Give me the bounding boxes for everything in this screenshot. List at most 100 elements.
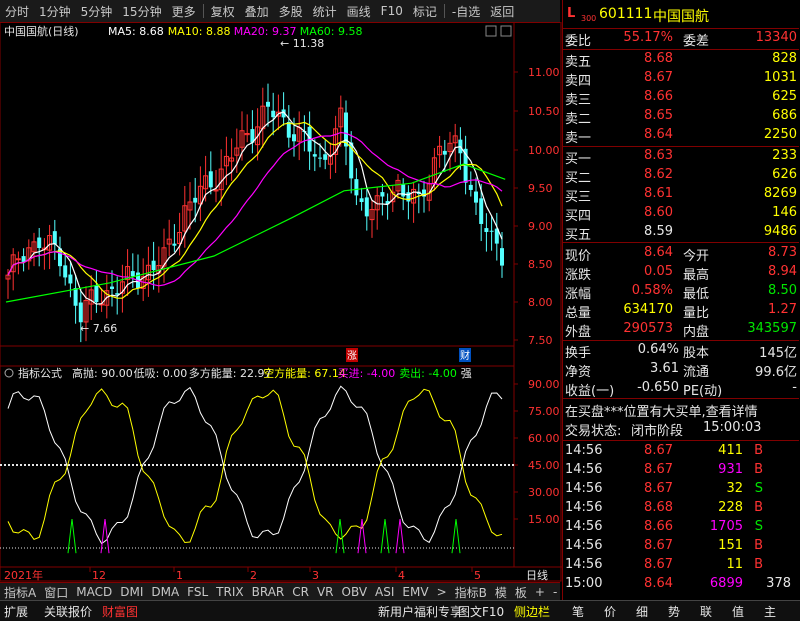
stat-label: 涨跌 bbox=[565, 268, 592, 283]
indicator-title: 指标公式 bbox=[18, 366, 62, 380]
info-value: - bbox=[792, 380, 797, 395]
ind-tick-label: 90.00 bbox=[528, 378, 560, 391]
toolbar-item-4[interactable]: 更多 bbox=[167, 3, 201, 20]
bid-price: 8.63 bbox=[644, 148, 673, 163]
status-right-1[interactable]: 价 bbox=[604, 603, 616, 620]
weicha-value: 13340 bbox=[755, 30, 797, 45]
candle-body bbox=[489, 230, 494, 232]
indicator-tab-2[interactable]: MACD bbox=[72, 585, 116, 599]
toolbar-item-6[interactable]: 叠加 bbox=[240, 3, 274, 20]
ask-label: 卖五 bbox=[565, 55, 592, 70]
kongfang-line bbox=[7, 388, 503, 544]
y-tick-label: 9.00 bbox=[528, 220, 553, 233]
close-icon[interactable] bbox=[485, 25, 497, 37]
toolbar-item-0[interactable]: 分时 bbox=[0, 3, 34, 20]
indicator-tab-13[interactable]: > bbox=[433, 585, 451, 599]
candle-body bbox=[354, 179, 359, 196]
status-right-5[interactable]: 值 bbox=[732, 603, 744, 620]
indicator-tab-0[interactable]: 指标A bbox=[0, 584, 40, 601]
indicator-tab-16[interactable]: 板 bbox=[511, 584, 531, 601]
zhang-mark[interactable]: 涨 bbox=[347, 350, 357, 362]
toolbar-item-5[interactable]: 复权 bbox=[206, 3, 240, 20]
candle-body bbox=[63, 265, 68, 278]
trade-status-row: 交易状态: 闭市阶段 15:00:03 bbox=[563, 419, 799, 439]
info-label: 换手 bbox=[565, 346, 592, 361]
new-user-link[interactable]: 新用户福利专享 bbox=[378, 603, 462, 620]
candle-body bbox=[318, 157, 322, 159]
indicator-tab-18[interactable]: - bbox=[549, 585, 561, 599]
stock-name: 中国国航 bbox=[653, 9, 709, 25]
toolbar-item-8[interactable]: 统计 bbox=[308, 3, 342, 20]
x-axis-label: 12 bbox=[92, 569, 106, 582]
indicator-tab-17[interactable]: + bbox=[531, 585, 549, 599]
toolbar-item-12[interactable]: -自选 bbox=[447, 3, 485, 20]
status-right-3[interactable]: 势 bbox=[668, 603, 680, 620]
divider bbox=[563, 242, 799, 243]
tick-time: 14:56 bbox=[565, 481, 603, 496]
indicator-menu-icon[interactable] bbox=[4, 368, 14, 378]
tick-time: 14:56 bbox=[565, 519, 603, 534]
toolbar-item-9[interactable]: 画线 bbox=[342, 3, 376, 20]
period-label[interactable]: 日线 bbox=[526, 568, 548, 582]
indicator-tab-10[interactable]: OBV bbox=[338, 585, 372, 599]
ask-row-3: 卖二 8.65 686 bbox=[563, 107, 799, 127]
sidebar-link[interactable]: 侧边栏 bbox=[514, 603, 550, 620]
status-left-1[interactable]: 关联报价 bbox=[44, 603, 92, 620]
tick-volume: 6899 bbox=[709, 576, 743, 591]
indicator-tab-15[interactable]: 模 bbox=[491, 584, 511, 601]
ask-volume: 2250 bbox=[763, 127, 797, 142]
toolbar-item-11[interactable]: 标记 bbox=[408, 3, 442, 20]
indicator-tab-12[interactable]: EMV bbox=[398, 585, 432, 599]
status-left-2[interactable]: 财富图 bbox=[102, 603, 138, 620]
toolbar-item-10[interactable]: F10 bbox=[376, 4, 408, 18]
indicator-tab-9[interactable]: VR bbox=[313, 585, 338, 599]
indicator-tab-8[interactable]: CR bbox=[288, 585, 313, 599]
candle-body bbox=[286, 121, 291, 138]
market-badge-sub: 300 bbox=[581, 14, 597, 23]
kline-chart[interactable]: 中国国航(日线) MA5: 8.68 MA10: 8.88 MA20: 9.37 MA6… bbox=[0, 22, 562, 582]
cai-mark[interactable]: 财 bbox=[460, 349, 470, 362]
bid-price: 8.62 bbox=[644, 167, 673, 182]
toolbar-item-3[interactable]: 15分钟 bbox=[117, 3, 166, 20]
status-right-6[interactable]: 主 bbox=[764, 603, 776, 620]
status-left-0[interactable]: 扩展 bbox=[4, 603, 28, 620]
indicator-tab-6[interactable]: TRIX bbox=[212, 585, 247, 599]
indicator-tab-5[interactable]: FSL bbox=[183, 585, 212, 599]
tick-row-6: 14:56 8.67 11 B bbox=[563, 556, 799, 575]
f10-link[interactable]: 图文F10 bbox=[458, 603, 504, 620]
stat-value: 8.94 bbox=[768, 264, 797, 279]
toolbar-item-13[interactable]: 返回 bbox=[485, 3, 519, 20]
indicator-tab-14[interactable]: 指标B bbox=[451, 584, 491, 601]
ask-price: 8.64 bbox=[644, 127, 673, 142]
toolbar-item-1[interactable]: 1分钟 bbox=[34, 3, 76, 20]
indicator-tab-1[interactable]: 窗口 bbox=[40, 584, 72, 601]
status-right-2[interactable]: 细 bbox=[636, 603, 648, 620]
y-tick-label: 9.50 bbox=[528, 182, 553, 195]
stat-value: 0.05 bbox=[644, 264, 673, 279]
bid-label: 买一 bbox=[565, 152, 592, 167]
indicator-tab-11[interactable]: ASI bbox=[371, 585, 398, 599]
weicha-label: 委差 bbox=[683, 34, 710, 49]
status-right-4[interactable]: 联 bbox=[700, 603, 712, 620]
tick-row-4: 14:56 8.66 1705 S bbox=[563, 518, 799, 537]
tick-price: 8.66 bbox=[644, 519, 673, 534]
indicator-tab-3[interactable]: DMI bbox=[116, 585, 147, 599]
tick-time: 15:00 bbox=[565, 576, 603, 591]
trade-status: 闭市阶段 bbox=[631, 424, 684, 439]
ask-volume: 625 bbox=[772, 89, 797, 104]
ma-label-0: MA5: 8.68 bbox=[108, 25, 164, 38]
indicator-tab-4[interactable]: DMA bbox=[147, 585, 183, 599]
toolbar-item-2[interactable]: 5分钟 bbox=[76, 3, 118, 20]
candle-body bbox=[479, 198, 484, 224]
indicator-tab-7[interactable]: BRAR bbox=[248, 585, 289, 599]
candle-body bbox=[130, 271, 135, 277]
settings-icon[interactable] bbox=[500, 25, 512, 37]
candle-body bbox=[73, 288, 78, 306]
candle-body bbox=[172, 243, 177, 246]
status-right-0[interactable]: 笔 bbox=[572, 603, 584, 620]
ask-price: 8.66 bbox=[644, 89, 673, 104]
tick-direction: S bbox=[754, 519, 763, 534]
toolbar-item-7[interactable]: 多股 bbox=[274, 3, 308, 20]
tick-row-7: 15:00 8.64 6899 378 bbox=[563, 575, 799, 594]
big-order-notice[interactable]: 在买盘***位置有大买单,查看详情 bbox=[565, 401, 758, 420]
